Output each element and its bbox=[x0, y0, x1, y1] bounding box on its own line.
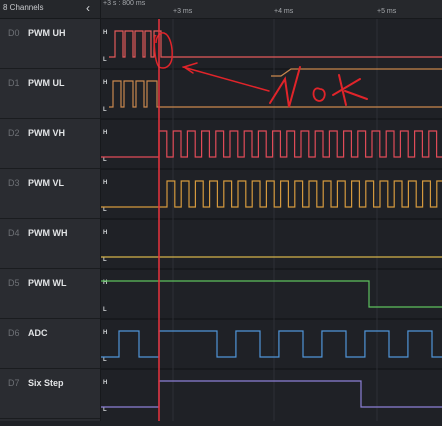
signal-trace bbox=[101, 330, 442, 358]
nok-annotation bbox=[153, 32, 368, 108]
level-high-label: H bbox=[103, 180, 107, 186]
channel-name: Six Step bbox=[28, 378, 64, 388]
waveform-canvas[interactable]: HLHLHLHLHLHLHLHL bbox=[101, 19, 442, 421]
tick-label: +5 ms bbox=[377, 8, 397, 15]
level-low-label: L bbox=[103, 307, 107, 313]
channel-name: PWM WL bbox=[28, 278, 67, 288]
channel-number: D7 bbox=[8, 378, 20, 388]
level-low-label: L bbox=[103, 407, 107, 413]
channel-row[interactable]: D2 PWM VH bbox=[0, 119, 100, 169]
annotation-o-letter bbox=[312, 87, 326, 102]
level-high-label: H bbox=[103, 380, 107, 386]
level-high-label: H bbox=[103, 330, 107, 336]
level-high-label: H bbox=[103, 80, 107, 86]
channel-row[interactable]: D5 PWM WL bbox=[0, 269, 100, 319]
signal-trace bbox=[101, 280, 442, 308]
channel-name: PWM VH bbox=[28, 128, 65, 138]
level-low-label: L bbox=[103, 107, 107, 113]
channel-number: D1 bbox=[8, 78, 20, 88]
channel-row[interactable]: D4 PWM WH bbox=[0, 219, 100, 269]
channel-number: D4 bbox=[8, 228, 20, 238]
level-low-label: L bbox=[103, 57, 107, 63]
level-low-label: L bbox=[103, 257, 107, 263]
channel-number: D2 bbox=[8, 128, 20, 138]
sidebar-header: 8 Channels ‹ bbox=[0, 0, 100, 19]
time-origin: +3 s : 800 ms bbox=[103, 0, 146, 7]
channel-name: ADC bbox=[28, 328, 48, 338]
channel-name: PWM WH bbox=[28, 228, 68, 238]
signal-trace bbox=[101, 180, 442, 208]
channel-row[interactable]: D7 Six Step bbox=[0, 369, 100, 419]
channel-number: D5 bbox=[8, 278, 20, 288]
channels-count: 8 Channels bbox=[3, 3, 44, 12]
channel-name: PWM UH bbox=[28, 28, 66, 38]
channel-number: D3 bbox=[8, 178, 20, 188]
channel-row[interactable]: D0 PWM UH bbox=[0, 19, 100, 69]
channel-row[interactable]: D1 PWM UL bbox=[0, 69, 100, 119]
channel-name: PWM UL bbox=[28, 78, 65, 88]
chevron-left-icon[interactable]: ‹ bbox=[86, 1, 90, 15]
level-high-label: H bbox=[103, 30, 107, 36]
signal-trace bbox=[271, 68, 442, 77]
signal-trace bbox=[101, 130, 442, 158]
waveform-area[interactable]: HLHLHLHLHLHLHLHL bbox=[101, 19, 442, 421]
tick-label: +4 ms bbox=[274, 8, 294, 15]
annotation-k-letter bbox=[332, 74, 368, 106]
channel-row[interactable]: D6 ADC bbox=[0, 319, 100, 369]
annotation-circle bbox=[153, 32, 173, 69]
timeline-header: +3 s : 800 ms +3 ms +4 ms +5 ms bbox=[101, 0, 442, 19]
channel-sidebar: 8 Channels ‹ D0 PWM UH D1 PWM UL D2 PWM VH D3 P… bbox=[0, 0, 101, 421]
level-low-label: L bbox=[103, 157, 107, 163]
level-low-label: L bbox=[103, 207, 107, 213]
tick-label: +3 ms bbox=[173, 8, 193, 15]
level-high-label: H bbox=[103, 130, 107, 136]
level-high-label: H bbox=[103, 230, 107, 236]
channel-name: PWM VL bbox=[28, 178, 64, 188]
channel-row[interactable]: D3 PWM VL bbox=[0, 169, 100, 219]
channel-number: D6 bbox=[8, 328, 20, 338]
level-low-label: L bbox=[103, 357, 107, 363]
channel-number: D0 bbox=[8, 28, 20, 38]
signal-trace bbox=[101, 380, 442, 408]
annotation-arrow bbox=[182, 62, 270, 92]
